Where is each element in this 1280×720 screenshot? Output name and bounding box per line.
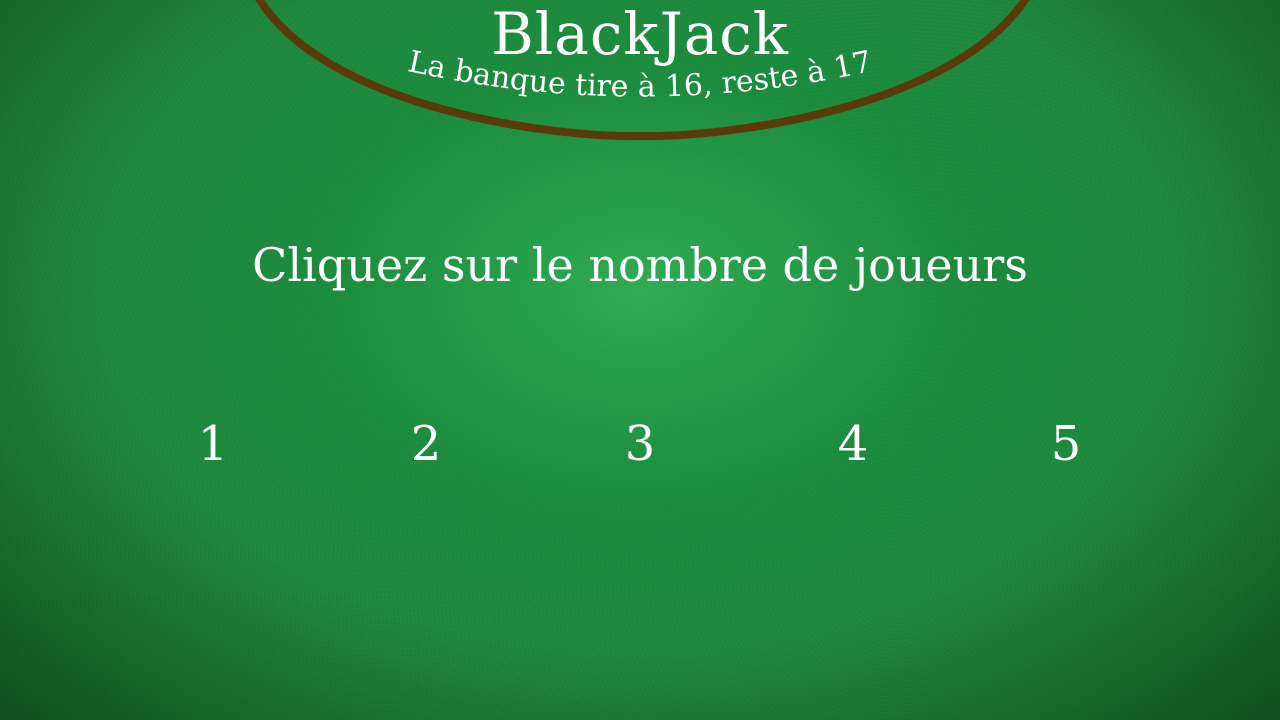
game-title: BlackJack <box>491 0 789 68</box>
player-count-3-button[interactable]: 3 <box>600 412 680 476</box>
player-count-4-button[interactable]: 4 <box>813 412 893 476</box>
player-count-prompt: Cliquez sur le nombre de joueurs <box>252 238 1028 292</box>
player-count-options: 1 2 3 4 5 <box>0 412 1280 482</box>
player-count-1-button[interactable]: 1 <box>173 412 253 476</box>
dealer-arc-header: BlackJack La banque tire à 16, reste à 1… <box>255 0 1030 141</box>
player-count-2-button[interactable]: 2 <box>386 412 466 476</box>
player-count-5-button[interactable]: 5 <box>1026 412 1106 476</box>
